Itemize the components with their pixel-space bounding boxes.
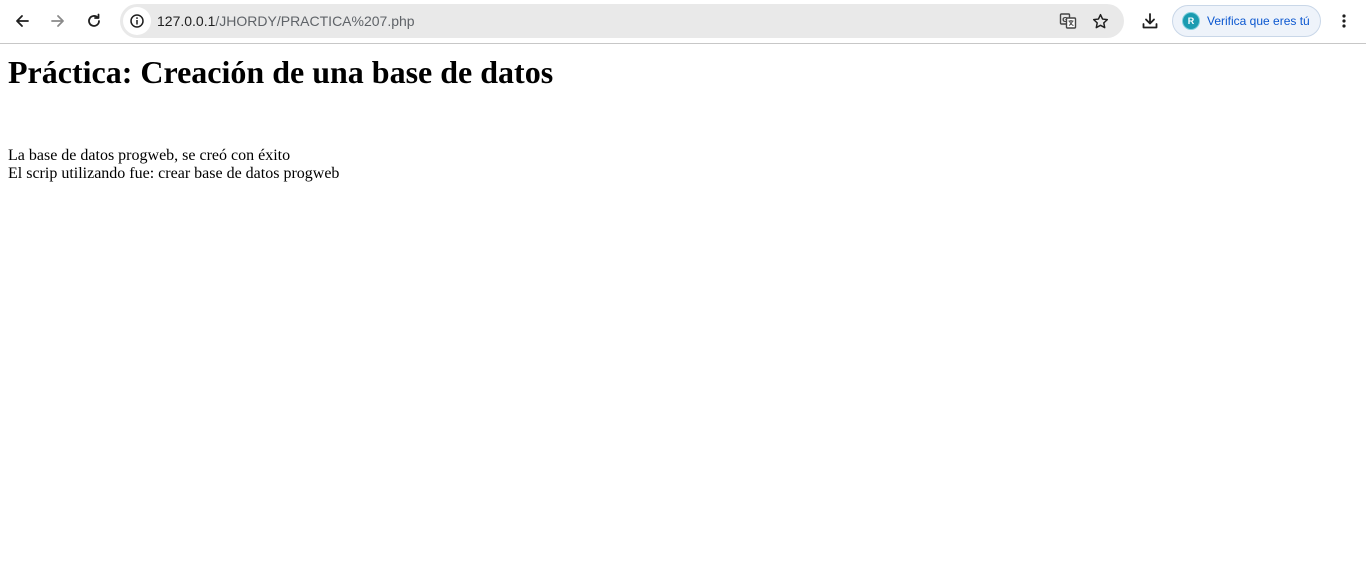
forward-button[interactable] [42, 5, 74, 37]
translate-button[interactable]: G [1058, 11, 1078, 31]
profile-chip-label: Verifica que eres tú [1207, 14, 1310, 28]
browser-menu-button[interactable] [1328, 5, 1360, 37]
browser-toolbar: 127.0.0.1/JHORDY/PRACTICA%207.php G R Ve… [0, 0, 1366, 44]
back-button[interactable] [6, 5, 38, 37]
download-icon [1142, 13, 1158, 29]
script-message: El scrip utilizando fue: crear base de d… [8, 165, 340, 182]
arrow-right-icon [51, 15, 64, 27]
three-dots-vertical-icon [1342, 14, 1346, 28]
address-bar[interactable]: 127.0.0.1/JHORDY/PRACTICA%207.php G [120, 4, 1124, 38]
url-text[interactable]: 127.0.0.1/JHORDY/PRACTICA%207.php [157, 4, 415, 38]
url-host: 127.0.0.1 [157, 13, 216, 29]
reload-button[interactable] [78, 5, 110, 37]
arrow-left-icon [16, 15, 29, 27]
star-icon [1092, 13, 1108, 28]
profile-verify-chip[interactable]: R Verifica que eres tú [1172, 5, 1321, 37]
reload-icon [88, 13, 100, 27]
info-icon [130, 14, 144, 28]
page-content: Práctica: Creación de una base de datos … [0, 45, 1366, 567]
bookmark-button[interactable] [1090, 11, 1110, 31]
url-path: /JHORDY/PRACTICA%207.php [215, 13, 415, 29]
success-message: La base de datos progweb, se creó con éx… [8, 147, 291, 164]
download-button[interactable] [1134, 5, 1166, 37]
page-title: Práctica: Creación de una base de datos [8, 54, 554, 90]
site-info-button[interactable] [123, 7, 151, 35]
avatar: R [1182, 12, 1200, 30]
translate-icon: G [1059, 13, 1077, 29]
